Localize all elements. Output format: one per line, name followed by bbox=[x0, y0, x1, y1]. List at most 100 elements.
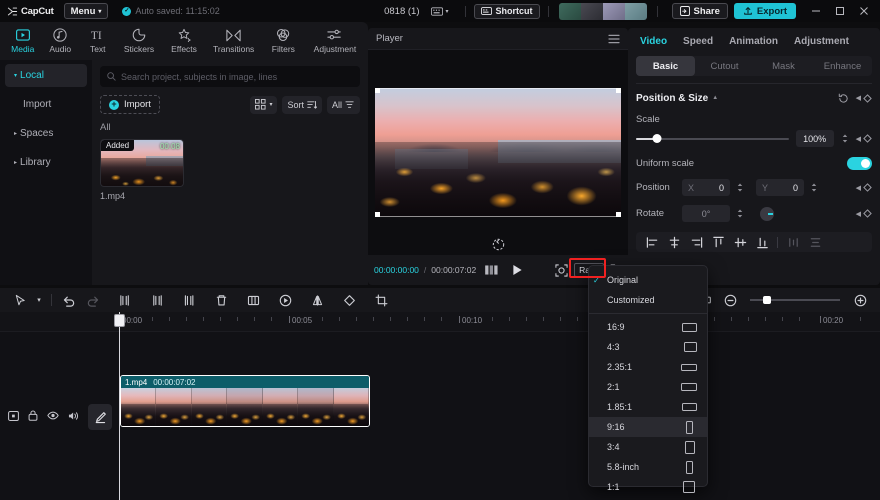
chevron-left-icon[interactable]: ◀ bbox=[856, 184, 861, 192]
chevron-left-icon[interactable]: ◀ bbox=[856, 210, 861, 218]
ratio-option-1-1[interactable]: 1:1 bbox=[589, 477, 707, 497]
menu-button[interactable]: Menu ▾ bbox=[63, 3, 109, 19]
playhead-handle[interactable] bbox=[114, 314, 125, 327]
resize-handle[interactable] bbox=[375, 88, 380, 93]
tab-animation[interactable]: Animation bbox=[729, 36, 778, 47]
tab-video[interactable]: Video bbox=[640, 36, 667, 47]
ratio-option-9-16[interactable]: 9:16 bbox=[589, 417, 707, 437]
slider-knob[interactable] bbox=[652, 134, 662, 143]
timeline-clip[interactable]: 1.mp4 00:00:07:02 bbox=[120, 375, 370, 427]
sidebar-item-spaces[interactable]: ▸ Spaces bbox=[5, 122, 87, 145]
chevron-left-icon[interactable]: ◀ bbox=[856, 135, 861, 143]
position-y-stepper[interactable] bbox=[810, 182, 818, 193]
ratio-option-16-9[interactable]: 16:9 bbox=[589, 317, 707, 337]
avatar[interactable] bbox=[602, 2, 625, 20]
distribute-vertical-icon[interactable] bbox=[805, 232, 825, 252]
timeline[interactable]: 00:00 00:05 00:10 00:20 1.mp4 00:00:07:0… bbox=[0, 312, 880, 500]
player-menu-icon[interactable] bbox=[608, 34, 620, 44]
tab-adjustment[interactable]: Adjustment bbox=[794, 36, 849, 47]
sidebar-item-local[interactable]: ▾ Local bbox=[5, 64, 87, 87]
scale-keyframe-control[interactable]: ◀ bbox=[856, 134, 872, 143]
avatar[interactable] bbox=[558, 2, 581, 20]
collaborator-avatars[interactable] bbox=[558, 2, 647, 20]
ratio-option-2-1[interactable]: 2:1 bbox=[589, 377, 707, 397]
select-tool-icon[interactable] bbox=[8, 288, 32, 312]
trim-right-icon[interactable] bbox=[177, 288, 201, 312]
scale-slider[interactable] bbox=[636, 134, 789, 143]
edit-track-button[interactable] bbox=[88, 404, 112, 430]
keyframe-diamond-icon[interactable] bbox=[863, 93, 872, 103]
shortcut-button[interactable]: Shortcut bbox=[473, 3, 540, 19]
rotate-stepper[interactable] bbox=[736, 208, 744, 219]
align-center-horizontal-icon[interactable] bbox=[664, 232, 684, 252]
ratio-option-4-3[interactable]: 4:3 bbox=[589, 337, 707, 357]
zoom-preview-icon[interactable] bbox=[555, 263, 568, 277]
media-thumbnail[interactable]: Added 00:08 bbox=[100, 139, 184, 187]
view-mode-button[interactable]: ▾ bbox=[250, 95, 278, 114]
freeze-frame-icon[interactable] bbox=[273, 288, 297, 312]
reset-icon[interactable] bbox=[838, 93, 849, 104]
position-x-input[interactable]: X 0 bbox=[682, 179, 730, 196]
keyframe-diamond-icon[interactable] bbox=[863, 183, 872, 192]
sidebar-item-import[interactable]: Import bbox=[5, 93, 87, 116]
rotate-handle[interactable] bbox=[368, 238, 628, 251]
align-bottom-icon[interactable] bbox=[752, 232, 772, 252]
chevron-left-icon[interactable]: ◀ bbox=[856, 94, 861, 102]
segment-basic[interactable]: Basic bbox=[636, 56, 695, 76]
ratio-option-3-4[interactable]: 3:4 bbox=[589, 437, 707, 457]
distribute-horizontal-icon[interactable] bbox=[783, 232, 803, 252]
tab-audio[interactable]: Audio bbox=[42, 22, 80, 60]
timeline-ruler[interactable]: 00:00 00:05 00:10 00:20 bbox=[0, 312, 880, 332]
crop-clip-icon[interactable] bbox=[241, 288, 265, 312]
rotate-clip-icon[interactable] bbox=[337, 288, 361, 312]
filter-button[interactable]: All bbox=[326, 95, 360, 114]
lock-icon[interactable] bbox=[28, 410, 38, 421]
uniform-scale-toggle[interactable] bbox=[847, 157, 872, 170]
zoom-in-icon[interactable] bbox=[848, 288, 872, 312]
import-button[interactable]: + Import bbox=[100, 95, 160, 114]
align-left-icon[interactable] bbox=[642, 232, 662, 252]
tab-adjustment[interactable]: Adjustment bbox=[306, 22, 364, 60]
align-top-icon[interactable] bbox=[708, 232, 728, 252]
crop-icon[interactable] bbox=[369, 288, 393, 312]
resize-handle[interactable] bbox=[616, 88, 621, 93]
avatar[interactable] bbox=[624, 2, 647, 20]
search-box[interactable] bbox=[100, 66, 360, 87]
ratio-option-5-8-inch[interactable]: 5.8-inch bbox=[589, 457, 707, 477]
track-type-icon[interactable] bbox=[8, 410, 19, 421]
split-icon[interactable] bbox=[113, 288, 137, 312]
tab-stickers[interactable]: Stickers bbox=[117, 22, 162, 60]
mirror-icon[interactable] bbox=[305, 288, 329, 312]
tab-effects[interactable]: Effects bbox=[162, 22, 207, 60]
scale-stepper[interactable] bbox=[841, 133, 849, 144]
undo-icon[interactable] bbox=[57, 288, 81, 312]
timeline-zoom-slider[interactable] bbox=[750, 295, 840, 304]
maximize-button[interactable] bbox=[828, 0, 852, 22]
position-keyframe-control[interactable]: ◀ bbox=[856, 183, 872, 192]
avatar[interactable] bbox=[580, 2, 603, 20]
segment-mask[interactable]: Mask bbox=[754, 56, 813, 76]
media-item[interactable]: Added 00:08 1.mp4 bbox=[100, 139, 184, 201]
redo-icon[interactable] bbox=[81, 288, 105, 312]
playhead[interactable] bbox=[114, 312, 125, 500]
share-button[interactable]: Share bbox=[671, 3, 728, 19]
keyframe-control[interactable]: ◀ bbox=[856, 93, 872, 103]
keyframe-diamond-icon[interactable] bbox=[863, 134, 872, 143]
position-y-input[interactable]: Y 0 bbox=[756, 179, 804, 196]
export-button[interactable]: Export bbox=[733, 3, 796, 19]
delete-icon[interactable] bbox=[209, 288, 233, 312]
search-input[interactable] bbox=[121, 71, 353, 82]
position-size-section-header[interactable]: Position & Size ▲ ◀ bbox=[636, 90, 872, 106]
tab-speed[interactable]: Speed bbox=[683, 36, 713, 47]
play-button[interactable] bbox=[512, 264, 523, 276]
tab-media[interactable]: Media bbox=[4, 22, 42, 60]
sort-button[interactable]: Sort bbox=[282, 95, 322, 114]
rotate-input[interactable]: 0° bbox=[682, 205, 730, 222]
keyframe-diamond-icon[interactable] bbox=[863, 209, 872, 218]
zoom-slider-knob[interactable] bbox=[762, 295, 771, 304]
ratio-option-1-85-1[interactable]: 1.85:1 bbox=[589, 397, 707, 417]
tab-text[interactable]: TI Text bbox=[79, 22, 117, 60]
eye-icon[interactable] bbox=[47, 411, 59, 420]
rotate-keyframe-control[interactable]: ◀ bbox=[856, 209, 872, 218]
segment-enhance[interactable]: Enhance bbox=[813, 56, 872, 76]
